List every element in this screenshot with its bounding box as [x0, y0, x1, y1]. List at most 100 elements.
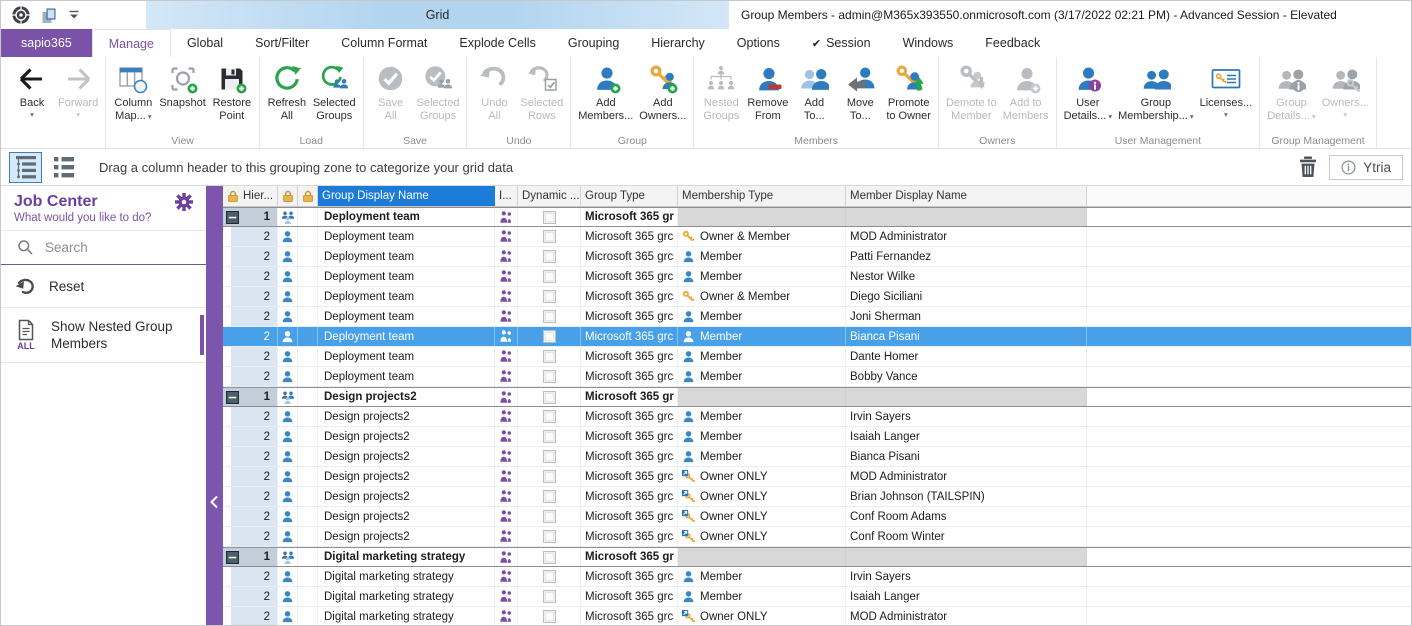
- cell-group-kind-icon[interactable]: [495, 267, 518, 286]
- member-row[interactable]: 2Deployment teamMicrosoft 365 grcOwner &…: [223, 227, 1411, 247]
- cell-membership-type[interactable]: Owner ONLY: [678, 487, 846, 506]
- group-view-button[interactable]: [9, 152, 42, 183]
- column-header-i[interactable]: I...: [495, 186, 518, 206]
- dynamic-membership-checkbox[interactable]: [543, 211, 556, 224]
- cell-lock[interactable]: [298, 247, 318, 266]
- cell-dynamic-checkbox[interactable]: [518, 527, 581, 546]
- cell-hierarchy[interactable]: 2: [223, 507, 278, 526]
- ytria-brand-button[interactable]: Ytria: [1329, 155, 1403, 180]
- cell-dynamic-checkbox[interactable]: [518, 447, 581, 466]
- cell-membership-type[interactable]: Member: [678, 447, 846, 466]
- cell-group-kind-icon[interactable]: [495, 527, 518, 546]
- cell-dynamic-checkbox[interactable]: [518, 607, 581, 625]
- cell-group-display-name[interactable]: Design projects2: [318, 388, 495, 406]
- ribbon-button-group-membership[interactable]: GroupMembership...▾: [1115, 60, 1196, 124]
- panel-collapse-strip[interactable]: [206, 186, 223, 625]
- ribbon-button-move-to[interactable]: MoveTo...: [837, 60, 883, 123]
- cell-group-kind-icon[interactable]: [495, 208, 518, 226]
- cell-lock[interactable]: [298, 587, 318, 606]
- dynamic-membership-checkbox[interactable]: [543, 470, 556, 483]
- member-row[interactable]: 2Deployment teamMicrosoft 365 grcMemberP…: [223, 247, 1411, 267]
- cell-group-display-name[interactable]: Design projects2: [318, 407, 495, 426]
- column-header-group-type[interactable]: Group Type: [581, 186, 678, 206]
- cell-membership-type[interactable]: [678, 548, 846, 566]
- cell-hierarchy[interactable]: 2: [223, 307, 278, 326]
- cell-hierarchy[interactable]: 2: [223, 267, 278, 286]
- member-row[interactable]: 2Design projects2Microsoft 365 grcOwner …: [223, 507, 1411, 527]
- cell-group-kind-icon[interactable]: [495, 507, 518, 526]
- cell-membership-type[interactable]: Member: [678, 567, 846, 586]
- cell-row-type-icon[interactable]: [278, 227, 298, 246]
- column-header-membership-type[interactable]: Membership Type: [678, 186, 846, 206]
- cell-row-type-icon[interactable]: [278, 467, 298, 486]
- cell-row-type-icon[interactable]: [278, 487, 298, 506]
- cell-group-display-name[interactable]: Digital marketing strategy: [318, 587, 495, 606]
- cell-group-kind-icon[interactable]: [495, 447, 518, 466]
- member-row[interactable]: 2Digital marketing strategyMicrosoft 365…: [223, 587, 1411, 607]
- cell-member-display-name[interactable]: Brian Johnson (TAILSPIN): [846, 487, 1087, 506]
- column-header-dynamic[interactable]: Dynamic ...: [518, 186, 581, 206]
- member-row[interactable]: 2Design projects2Microsoft 365 grcOwner …: [223, 467, 1411, 487]
- column-header-group-display-name[interactable]: Group Display Name: [318, 186, 495, 206]
- cell-group-display-name[interactable]: Deployment team: [318, 327, 495, 346]
- cell-hierarchy[interactable]: 2: [223, 447, 278, 466]
- dynamic-membership-checkbox[interactable]: [543, 450, 556, 463]
- dynamic-membership-checkbox[interactable]: [543, 310, 556, 323]
- cell-row-type-icon[interactable]: [278, 587, 298, 606]
- cell-dynamic-checkbox[interactable]: [518, 347, 581, 366]
- cell-membership-type[interactable]: Member: [678, 367, 846, 386]
- ribbon-button-column-map[interactable]: ColumnMap...▾: [110, 60, 156, 124]
- cell-group-type[interactable]: Microsoft 365 grc: [581, 267, 678, 286]
- cell-member-display-name[interactable]: Bianca Pisani: [846, 447, 1087, 466]
- cell-group-type[interactable]: Microsoft 365 grc: [581, 527, 678, 546]
- cell-membership-type[interactable]: Member: [678, 407, 846, 426]
- cell-row-type-icon[interactable]: [278, 307, 298, 326]
- cell-dynamic-checkbox[interactable]: [518, 227, 581, 246]
- cell-dynamic-checkbox[interactable]: [518, 487, 581, 506]
- grouping-zone-hint[interactable]: Drag a column header to this grouping zo…: [99, 160, 513, 175]
- ribbon-button-promote-to-owner[interactable]: Promoteto Owner: [883, 60, 934, 123]
- ribbon-button-restore-point[interactable]: RestorePoint: [209, 60, 255, 123]
- cell-dynamic-checkbox[interactable]: [518, 307, 581, 326]
- cell-group-kind-icon[interactable]: [495, 227, 518, 246]
- cell-membership-type[interactable]: Owner ONLY: [678, 607, 846, 625]
- cell-hierarchy[interactable]: 1: [223, 208, 278, 226]
- cell-group-display-name[interactable]: Deployment team: [318, 208, 495, 226]
- cell-hierarchy[interactable]: 2: [223, 247, 278, 266]
- dynamic-membership-checkbox[interactable]: [543, 330, 556, 343]
- cell-lock[interactable]: [298, 447, 318, 466]
- cell-group-display-name[interactable]: Digital marketing strategy: [318, 548, 495, 566]
- member-row[interactable]: 2Design projects2Microsoft 365 grcOwner …: [223, 527, 1411, 547]
- cell-group-kind-icon[interactable]: [495, 367, 518, 386]
- member-row[interactable]: 2Design projects2Microsoft 365 grcMember…: [223, 407, 1411, 427]
- member-row[interactable]: 2Deployment teamMicrosoft 365 grcMemberB…: [223, 367, 1411, 387]
- cell-group-type[interactable]: Microsoft 365 grc: [581, 407, 678, 426]
- cell-group-display-name[interactable]: Deployment team: [318, 347, 495, 366]
- cell-member-display-name[interactable]: Bobby Vance: [846, 367, 1087, 386]
- cell-membership-type[interactable]: [678, 208, 846, 226]
- cell-row-type-icon[interactable]: [278, 367, 298, 386]
- cell-member-display-name[interactable]: [846, 548, 1087, 566]
- member-row[interactable]: 2Design projects2Microsoft 365 grcOwner …: [223, 487, 1411, 507]
- cell-lock[interactable]: [298, 367, 318, 386]
- dynamic-membership-checkbox[interactable]: [543, 430, 556, 443]
- tab-sort-filter[interactable]: Sort/Filter: [239, 29, 325, 57]
- cell-hierarchy[interactable]: 2: [223, 287, 278, 306]
- cell-group-display-name[interactable]: Design projects2: [318, 527, 495, 546]
- cell-hierarchy[interactable]: 2: [223, 487, 278, 506]
- cell-member-display-name[interactable]: [846, 388, 1087, 406]
- cell-member-display-name[interactable]: Irvin Sayers: [846, 407, 1087, 426]
- trash-icon[interactable]: [1297, 155, 1319, 179]
- cell-group-kind-icon[interactable]: [495, 548, 518, 566]
- dynamic-membership-checkbox[interactable]: [543, 490, 556, 503]
- cell-row-type-icon[interactable]: [278, 388, 298, 406]
- cell-hierarchy[interactable]: 2: [223, 567, 278, 586]
- cell-dynamic-checkbox[interactable]: [518, 327, 581, 346]
- cell-lock[interactable]: [298, 527, 318, 546]
- dynamic-membership-checkbox[interactable]: [543, 551, 556, 564]
- cell-group-kind-icon[interactable]: [495, 347, 518, 366]
- ribbon-button-licenses[interactable]: Licenses...▾: [1197, 60, 1256, 120]
- search-input[interactable]: [45, 240, 185, 255]
- cell-row-type-icon[interactable]: [278, 327, 298, 346]
- cell-group-type[interactable]: Microsoft 365 grc: [581, 427, 678, 446]
